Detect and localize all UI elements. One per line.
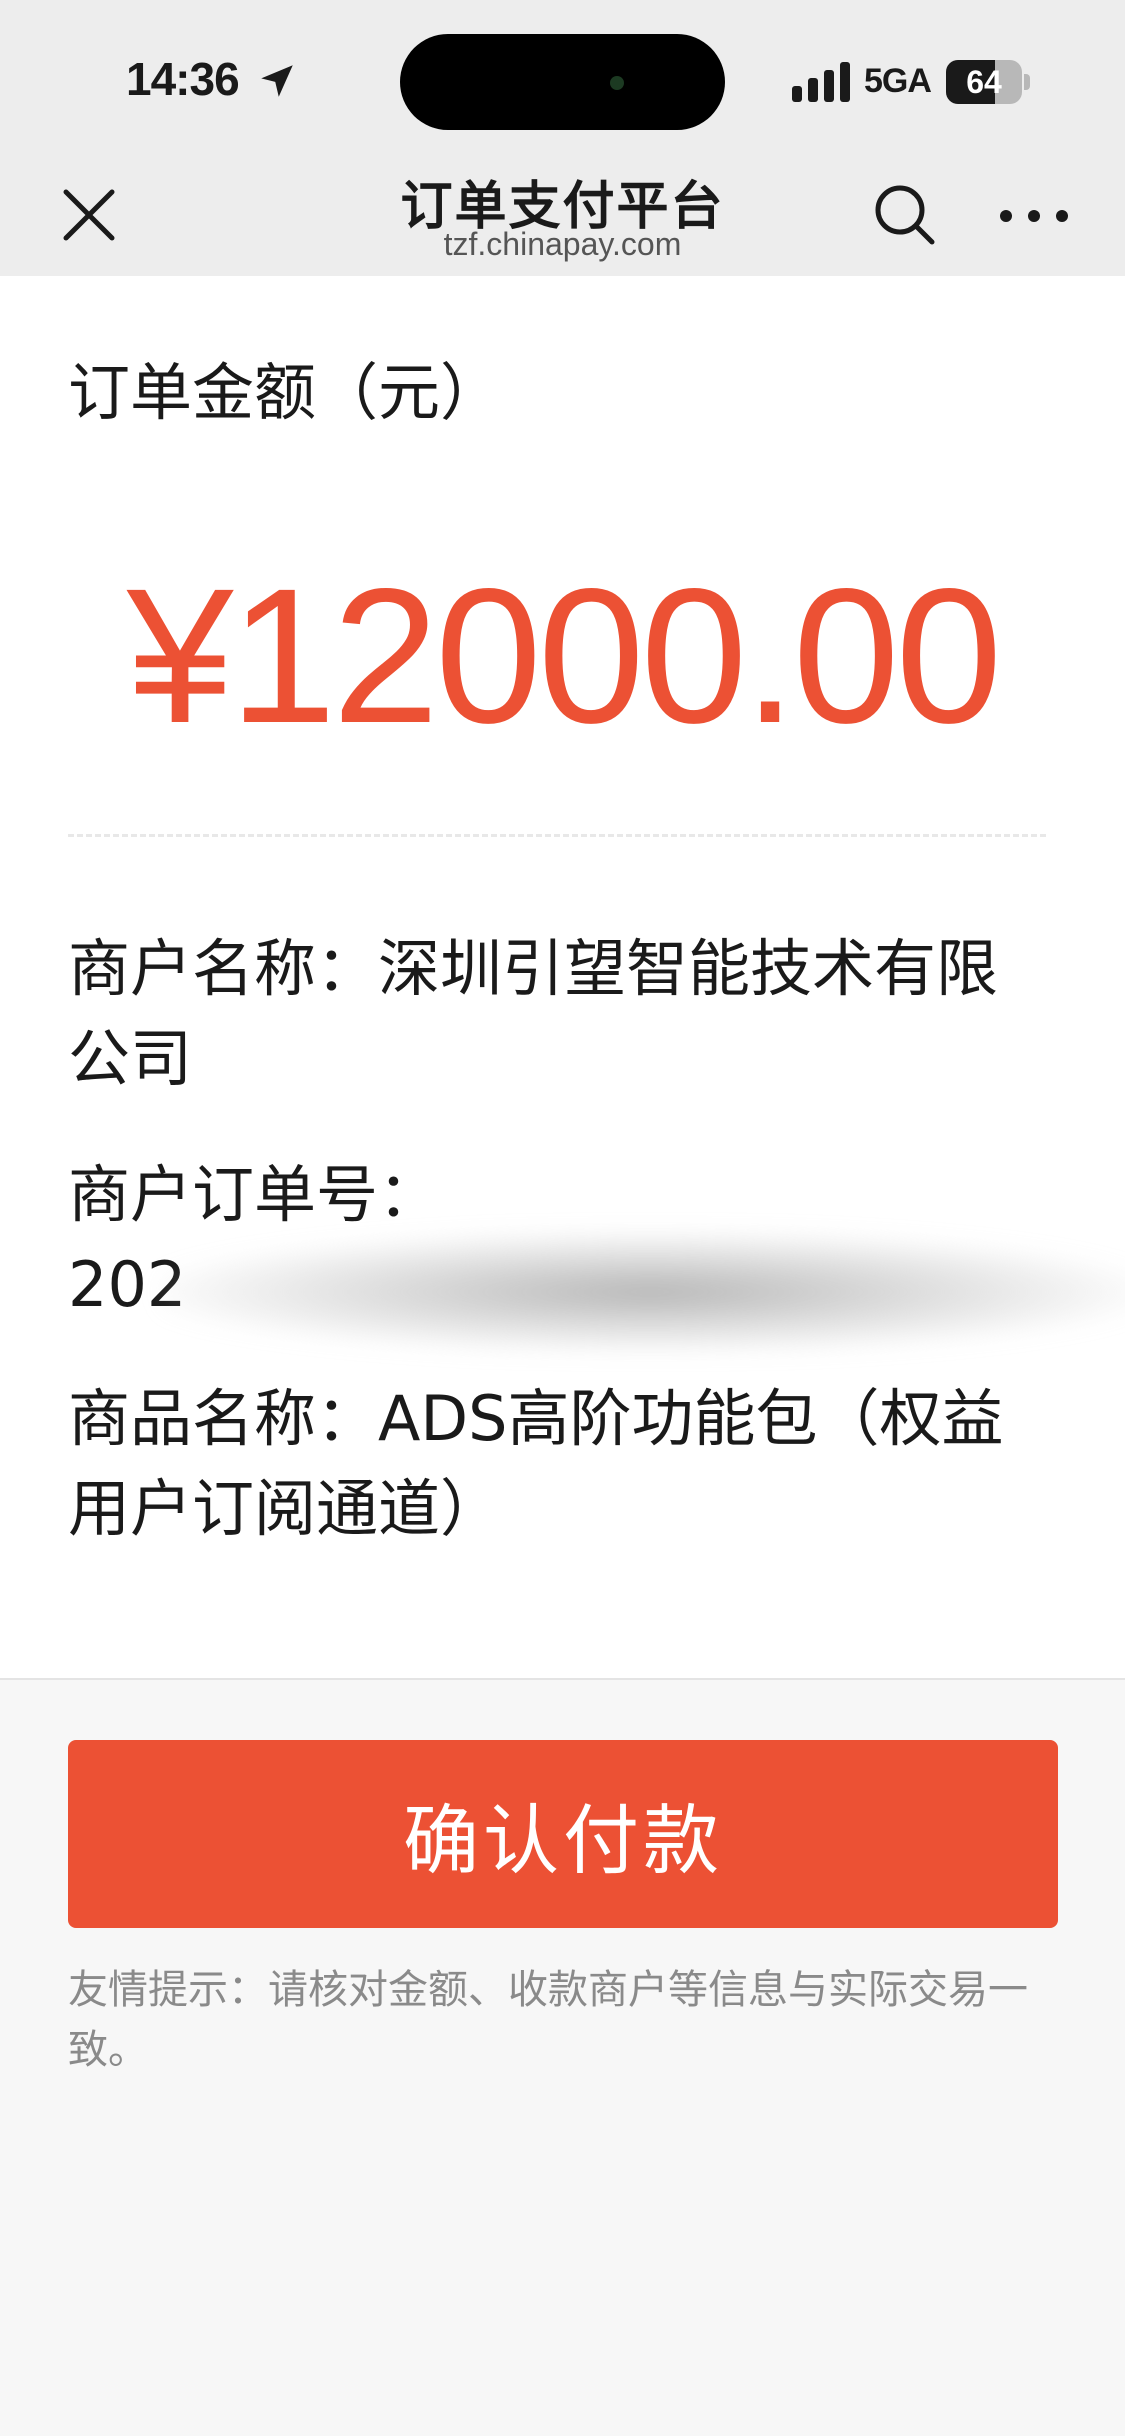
camera-dot [610,76,624,90]
confirm-payment-button[interactable]: 确认付款 [68,1740,1058,1928]
status-time: 14:36 [126,53,240,105]
battery-level: 64 [966,64,1002,100]
friendly-tip: 友情提示：请核对金额、收款商户等信息与实际交易一致。 [68,1967,1028,2073]
dashed-divider [68,834,1046,837]
network-type: 5GA [864,62,932,100]
page-url: tzf.chinapay.com [443,226,682,262]
order-amount: ¥12000.00 [126,548,1003,763]
battery-icon: 64 [946,60,1022,104]
merchant-name: 商户名称：深圳引望智能技术有限公司 [68,932,999,1095]
product-name: 商品名称：ADS高阶功能包（权益用户订阅通道） [68,1382,1004,1545]
more-icon[interactable] [996,188,1072,244]
amount-label: 订单金额（元） [68,356,503,429]
redacted-blur [160,1232,1125,1352]
order-card: 订单金额（元） ¥12000.00 商户名称：深圳引望智能技术有限公司 商户订单… [0,276,1125,1680]
home-indicator[interactable] [416,2402,710,2414]
status-bar: 14:36 5GA 64 [0,0,1125,160]
search-icon[interactable] [868,178,942,252]
location-arrow-icon [261,65,293,97]
dynamic-island [400,34,725,130]
order-number-label: 商户订单号： [68,1158,441,1231]
battery-cap [1024,74,1030,90]
signal-bars-icon [792,62,850,102]
nav-bar: 订单支付平台 tzf.chinapay.com [0,160,1125,276]
